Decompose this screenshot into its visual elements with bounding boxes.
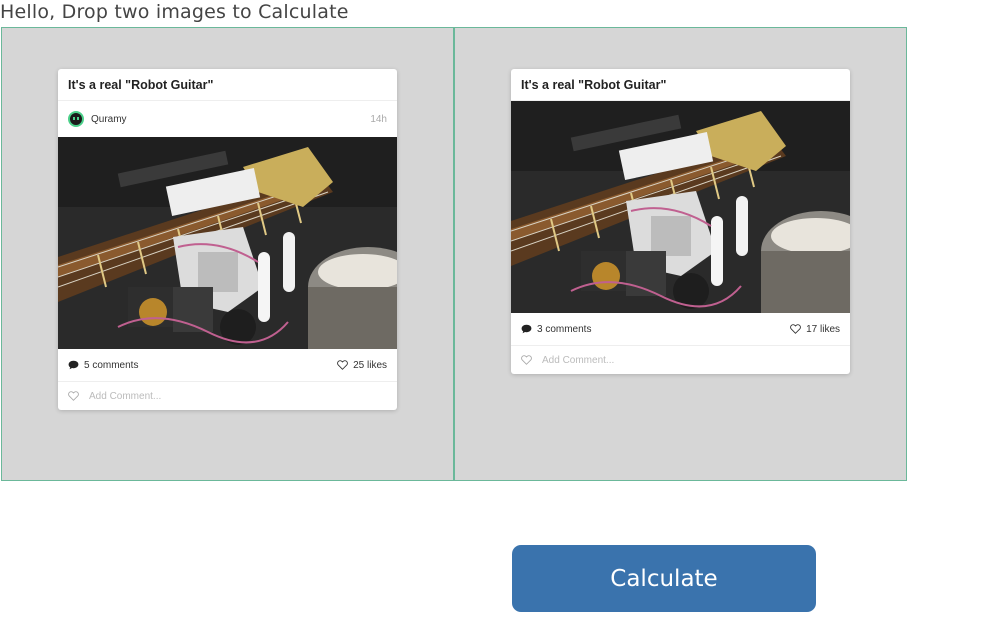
drop-zone-right[interactable]: It's a real "Robot Guitar" 3 comments 17… [454, 27, 907, 481]
add-comment-field[interactable]: Add Comment... [511, 346, 850, 374]
likes-label: 25 likes [353, 359, 387, 371]
avatar[interactable] [68, 111, 84, 127]
post-timestamp: 14h [370, 113, 387, 125]
likes-count[interactable]: 25 likes [337, 360, 387, 371]
post-card: It's a real "Robot Guitar" 3 comments 17… [511, 69, 850, 374]
speech-bubble-icon [521, 324, 532, 334]
post-photo [511, 101, 850, 313]
add-comment-placeholder: Add Comment... [89, 390, 162, 402]
heart-icon [790, 324, 801, 334]
drop-zone-left[interactable]: It's a real "Robot Guitar" Quramy 14h 5 … [1, 27, 454, 481]
calculate-button[interactable]: Calculate [512, 545, 816, 612]
page-heading: Hello, Drop two images to Calculate [0, 1, 349, 23]
post-title: It's a real "Robot Guitar" [58, 69, 397, 101]
likes-count[interactable]: 17 likes [790, 324, 840, 335]
heart-icon [337, 360, 348, 370]
comments-count[interactable]: 3 comments [521, 324, 591, 335]
comments-label: 3 comments [537, 323, 592, 335]
heart-outline-icon[interactable] [521, 355, 532, 365]
add-comment-placeholder: Add Comment... [542, 354, 615, 366]
likes-label: 17 likes [806, 323, 840, 335]
heart-outline-icon[interactable] [68, 391, 79, 401]
speech-bubble-icon [68, 360, 79, 370]
comments-label: 5 comments [84, 359, 139, 371]
comments-count[interactable]: 5 comments [68, 360, 138, 371]
author-name[interactable]: Quramy [91, 114, 127, 125]
post-stats: 5 comments 25 likes [58, 349, 397, 382]
post-card: It's a real "Robot Guitar" Quramy 14h 5 … [58, 69, 397, 410]
post-title: It's a real "Robot Guitar" [511, 69, 850, 101]
add-comment-field[interactable]: Add Comment... [58, 382, 397, 410]
post-stats: 3 comments 17 likes [511, 313, 850, 346]
post-photo [58, 137, 397, 349]
post-author-row: Quramy 14h [58, 101, 397, 137]
